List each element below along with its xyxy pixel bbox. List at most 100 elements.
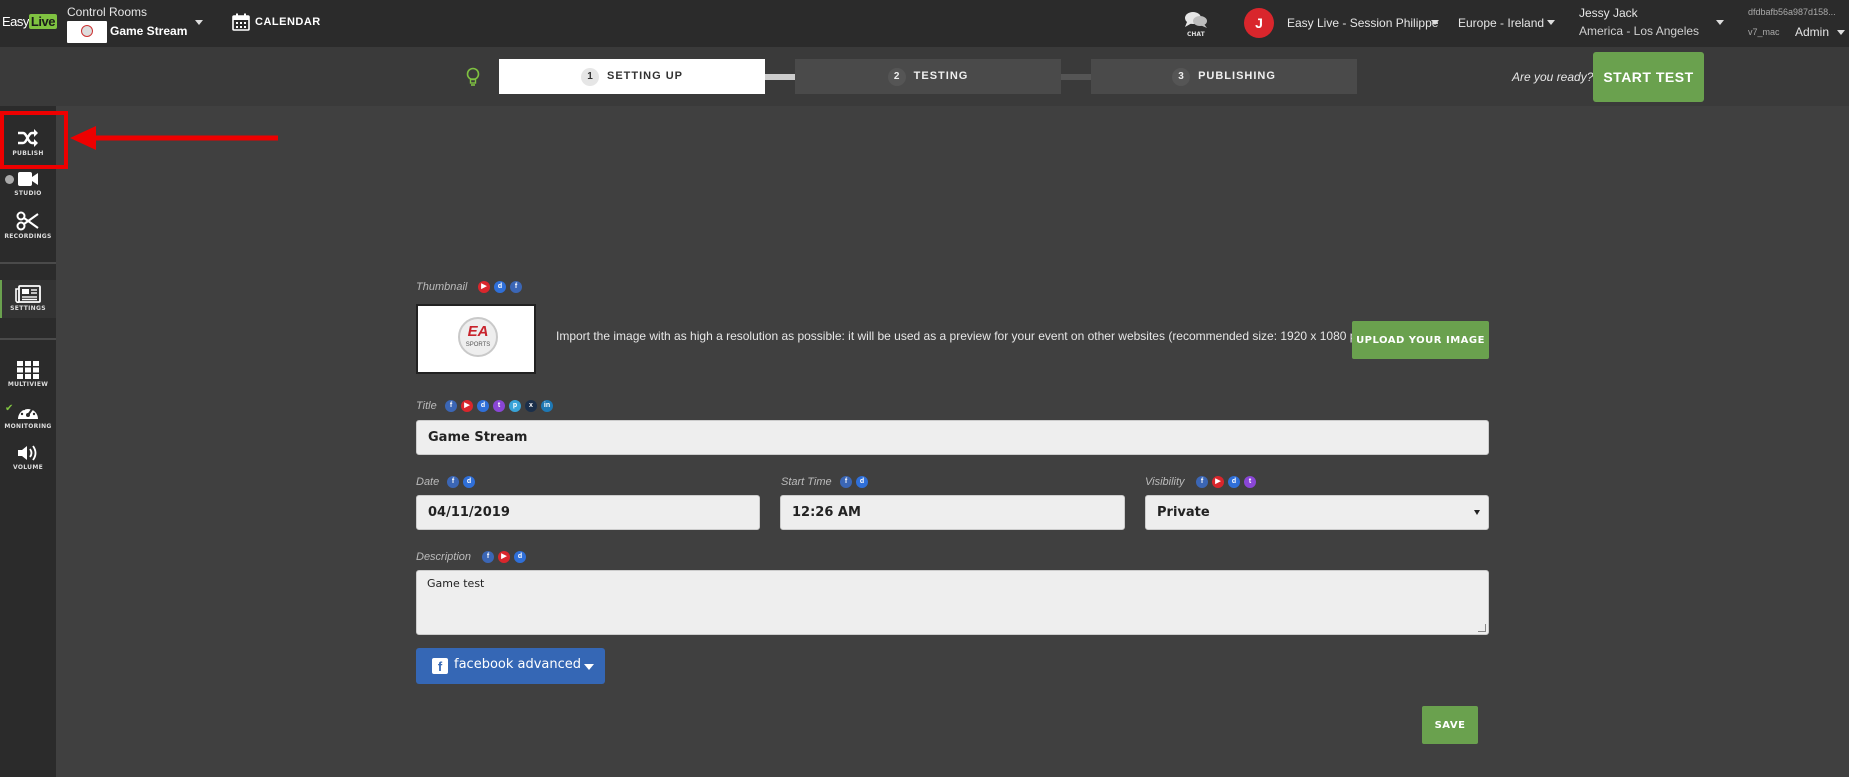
facebook-icon: f bbox=[840, 476, 852, 488]
role-selector[interactable]: Admin bbox=[1795, 25, 1829, 39]
sidebar-divider bbox=[0, 338, 56, 340]
dailymotion-icon: d bbox=[856, 476, 868, 488]
arrow-left-icon bbox=[70, 126, 278, 150]
region-selector[interactable]: Europe - Ireland bbox=[1458, 16, 1544, 30]
mixer-icon: x bbox=[525, 400, 537, 412]
start-time-label: Start Time bbox=[781, 476, 832, 488]
sidebar-item-label: VOLUME bbox=[13, 464, 43, 471]
thumbnail-preview[interactable]: EA SPORTS bbox=[416, 304, 536, 374]
calendar-link[interactable]: CALENDAR bbox=[255, 16, 321, 28]
dailymotion-icon: d bbox=[494, 281, 506, 293]
session-selector[interactable]: Easy Live - Session Philippe bbox=[1287, 16, 1438, 30]
chevron-down-icon bbox=[1474, 510, 1480, 515]
avatar[interactable]: J bbox=[1244, 8, 1274, 38]
youtube-icon: ▶ bbox=[498, 551, 510, 563]
grid-icon bbox=[17, 361, 39, 379]
sidebar-item-monitoring[interactable]: MONITORING bbox=[0, 403, 56, 430]
scissors-icon bbox=[16, 211, 39, 231]
date-label: Date bbox=[416, 476, 440, 488]
chat-icon[interactable] bbox=[1184, 10, 1208, 30]
start-test-button[interactable]: START TEST bbox=[1593, 52, 1704, 102]
linkedin-icon: in bbox=[541, 400, 553, 412]
chevron-down-icon[interactable] bbox=[1716, 20, 1724, 25]
description-textarea[interactable]: Game test bbox=[416, 570, 1489, 635]
sidebar-item-recordings[interactable]: RECORDINGS bbox=[0, 211, 56, 240]
step-label: TESTING bbox=[913, 70, 969, 82]
youtube-icon: ▶ bbox=[1212, 476, 1224, 488]
logo-text-live: Live bbox=[28, 14, 57, 29]
logo-subtext: SPORTS bbox=[465, 342, 491, 348]
thumbnail-help-text: Import the image with as high a resoluti… bbox=[556, 329, 1388, 343]
description-value: Game test bbox=[427, 577, 485, 590]
platform-badges: f ▶ d t bbox=[1196, 476, 1256, 488]
top-bar: Easy Live Control Rooms Game Stream CALEN… bbox=[0, 0, 1849, 47]
gauge-icon bbox=[18, 405, 38, 419]
platform-badges: f ▶ d bbox=[482, 551, 526, 563]
step-publishing[interactable]: 3 PUBLISHING bbox=[1091, 59, 1357, 94]
platform-badges: ▶ d f bbox=[478, 281, 522, 293]
sidebar-item-studio[interactable]: STUDIO bbox=[0, 170, 56, 197]
user-name[interactable]: Jessy Jack bbox=[1579, 6, 1638, 20]
ready-prompt: Are you ready? bbox=[1512, 70, 1594, 84]
sidebar-item-multiview[interactable]: MULTIVIEW bbox=[0, 361, 56, 388]
step-number: 3 bbox=[1172, 68, 1191, 86]
platform-badges: f d bbox=[447, 476, 475, 488]
chevron-down-icon[interactable] bbox=[1431, 20, 1439, 25]
date-input[interactable]: 04/11/2019 bbox=[416, 495, 760, 530]
chevron-down-icon bbox=[584, 664, 594, 670]
control-rooms-label: Control Rooms bbox=[67, 5, 148, 19]
platform-badges: f d bbox=[840, 476, 868, 488]
facebook-icon: f bbox=[1196, 476, 1208, 488]
facebook-icon: f bbox=[432, 658, 448, 674]
platform-badges: f ▶ d t p x in bbox=[445, 400, 553, 412]
chevron-down-icon[interactable] bbox=[195, 20, 203, 25]
chevron-down-icon[interactable] bbox=[1547, 20, 1555, 25]
lightbulb-icon[interactable] bbox=[466, 67, 480, 87]
title-input[interactable]: Game Stream bbox=[416, 420, 1489, 455]
twitch-icon: t bbox=[493, 400, 505, 412]
app-logo[interactable]: Easy Live bbox=[2, 14, 57, 29]
sidebar-item-label: STUDIO bbox=[14, 190, 42, 197]
control-room-thumbnail[interactable] bbox=[67, 21, 107, 43]
logo-text-easy: Easy bbox=[2, 14, 29, 29]
visibility-select[interactable]: Private bbox=[1145, 495, 1489, 530]
facebook-icon: f bbox=[510, 281, 522, 293]
twitch-icon: t bbox=[1244, 476, 1256, 488]
speaker-icon bbox=[18, 445, 37, 461]
dailymotion-icon: d bbox=[1228, 476, 1240, 488]
periscope-icon: p bbox=[509, 400, 521, 412]
step-label: PUBLISHING bbox=[1198, 70, 1276, 82]
facebook-icon: f bbox=[445, 400, 457, 412]
control-room-name[interactable]: Game Stream bbox=[110, 24, 187, 38]
instance-hash: dfdbafb56a987d158... bbox=[1748, 7, 1836, 17]
sidebar-item-label: MONITORING bbox=[4, 423, 52, 430]
calendar-icon[interactable] bbox=[232, 13, 250, 31]
upload-image-button[interactable]: UPLOAD YOUR IMAGE bbox=[1352, 321, 1489, 359]
resize-handle[interactable] bbox=[1478, 624, 1486, 632]
facebook-advanced-label: facebook advanced bbox=[454, 657, 582, 672]
description-label: Description bbox=[416, 551, 472, 563]
step-connector bbox=[765, 74, 795, 80]
version-label: v7_mac bbox=[1748, 27, 1780, 37]
newspaper-icon bbox=[15, 285, 41, 303]
start-time-input[interactable]: 12:26 AM bbox=[780, 495, 1125, 530]
title-label: Title bbox=[416, 400, 437, 412]
dailymotion-icon: d bbox=[463, 476, 475, 488]
sidebar bbox=[0, 106, 56, 777]
highlight-box bbox=[0, 111, 68, 169]
chevron-down-icon[interactable] bbox=[1837, 30, 1845, 35]
step-testing[interactable]: 2 TESTING bbox=[795, 59, 1061, 94]
sidebar-divider bbox=[0, 262, 56, 264]
sidebar-item-volume[interactable]: VOLUME bbox=[0, 444, 56, 471]
video-camera-icon bbox=[18, 172, 38, 186]
sidebar-item-label: SETTINGS bbox=[10, 305, 46, 312]
logo-text: EA bbox=[467, 323, 489, 340]
user-timezone: America - Los Angeles bbox=[1579, 24, 1700, 38]
facebook-icon: f bbox=[482, 551, 494, 563]
facebook-icon: f bbox=[447, 476, 459, 488]
facebook-advanced-button[interactable]: f facebook advanced bbox=[416, 648, 605, 684]
sidebar-item-settings[interactable]: SETTINGS bbox=[0, 285, 56, 312]
save-button[interactable]: SAVE bbox=[1422, 706, 1478, 744]
youtube-icon: ▶ bbox=[478, 281, 490, 293]
step-setting-up[interactable]: 1 SETTING UP bbox=[499, 59, 765, 94]
